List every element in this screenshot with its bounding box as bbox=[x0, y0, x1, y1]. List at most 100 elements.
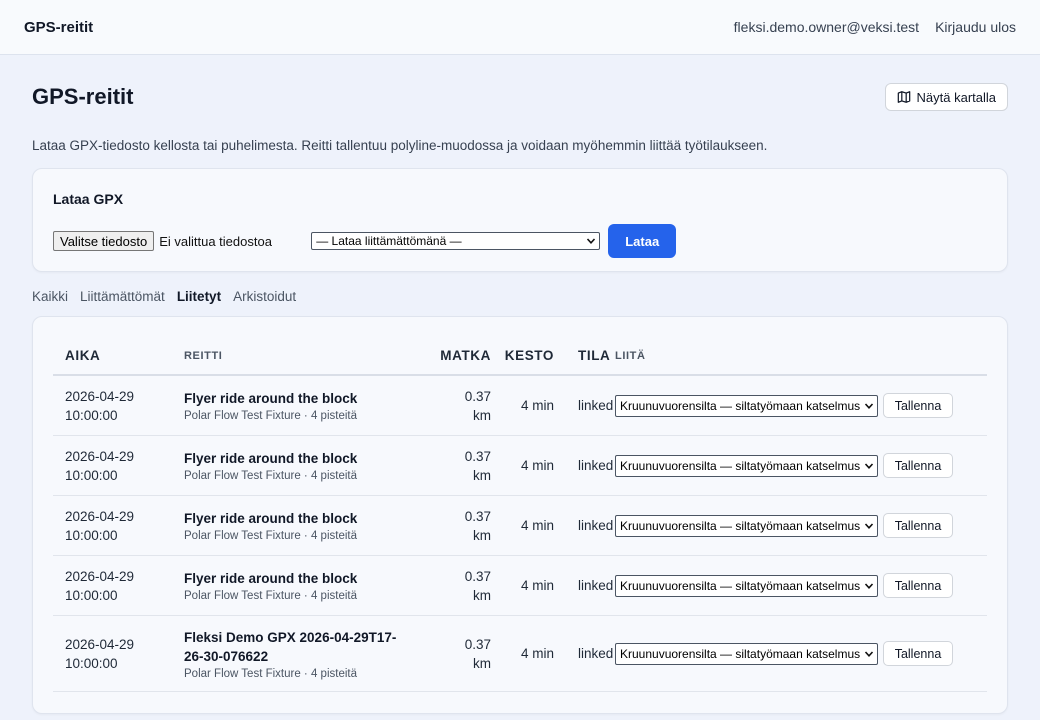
route-distance-value: 0.37 bbox=[464, 388, 491, 404]
upload-card: Lataa GPX Valitse tiedosto Ei valittua t… bbox=[32, 168, 1008, 272]
filter-tabs: Kaikki Liittämättömät Liitetyt Arkistoid… bbox=[32, 289, 1008, 307]
upload-title: Lataa GPX bbox=[53, 191, 124, 207]
col-header-route[interactable]: REITTI bbox=[184, 350, 424, 362]
table-row: 2026-04-29 10:00:00 Flyer ride around the… bbox=[53, 496, 987, 556]
col-header-duration[interactable]: KESTO bbox=[491, 348, 554, 363]
route-link-controls: Kruunuvuorensilta — siltatyömaan katselm… bbox=[615, 453, 987, 478]
top-navbar: GPS-reitit fleksi.demo.owner@veksi.test … bbox=[0, 0, 1040, 55]
map-icon bbox=[897, 91, 910, 103]
upload-link-select-value: — Lataa liittämättömänä — bbox=[316, 234, 462, 248]
tab-unlinked[interactable]: Liittämättömät bbox=[80, 289, 165, 307]
upload-form: Valitse tiedosto Ei valittua tiedostoa —… bbox=[53, 224, 987, 258]
save-button[interactable]: Tallenna bbox=[883, 573, 953, 598]
save-button[interactable]: Tallenna bbox=[883, 393, 953, 418]
tab-archived[interactable]: Arkistoidut bbox=[233, 289, 296, 307]
route-duration: 4 min bbox=[520, 578, 554, 593]
route-name: Flyer ride around the block bbox=[184, 571, 358, 586]
work-order-select[interactable]: Kruunuvuorensilta — siltatyömaan katselm… bbox=[615, 514, 878, 537]
app-brand[interactable]: GPS-reitit bbox=[24, 19, 93, 36]
show-on-map-button[interactable]: Näytä kartalla bbox=[884, 83, 1008, 111]
route-time: 2026-04-29 10:00:00 bbox=[53, 387, 184, 425]
work-order-select-value: Kruunuvuorensilta — siltatyömaan katselm… bbox=[620, 518, 861, 533]
col-header-distance[interactable]: MATKA bbox=[424, 346, 491, 365]
route-distance-unit: km bbox=[473, 655, 491, 671]
work-order-select-value: Kruunuvuorensilta — siltatyömaan katselm… bbox=[620, 398, 861, 413]
route-status: linked bbox=[578, 518, 614, 533]
chevron-down-icon bbox=[864, 402, 874, 409]
route-date: 2026-04-29 bbox=[65, 636, 135, 652]
save-button[interactable]: Tallenna bbox=[883, 513, 953, 538]
save-button[interactable]: Tallenna bbox=[883, 453, 953, 478]
route-status: linked bbox=[578, 578, 614, 593]
route-time: 2026-04-29 10:00:00 bbox=[53, 447, 184, 485]
route-clock: 10:00:00 bbox=[65, 655, 118, 671]
tab-linked[interactable]: Liitetyt bbox=[177, 289, 221, 307]
col-header-status[interactable]: TILA bbox=[554, 348, 615, 363]
route-duration: 4 min bbox=[520, 518, 554, 533]
title-row: GPS-reitit Näytä kartalla bbox=[32, 83, 1008, 111]
show-on-map-label: Näytä kartalla bbox=[916, 89, 996, 105]
file-status: Ei valittua tiedostoa bbox=[159, 233, 272, 249]
route-cell: Flyer ride around the block Polar Flow Te… bbox=[184, 449, 424, 482]
col-header-time[interactable]: AIKA bbox=[53, 346, 184, 365]
route-cell: Fleksi Demo GPX 2026-04-29T17-26-30-0766… bbox=[184, 628, 424, 680]
work-order-select-value: Kruunuvuorensilta — siltatyömaan katselm… bbox=[620, 458, 861, 473]
work-order-select[interactable]: Kruunuvuorensilta — siltatyömaan katselm… bbox=[615, 574, 878, 597]
page-title: GPS-reitit bbox=[32, 84, 134, 109]
chevron-down-icon bbox=[587, 238, 596, 244]
route-date: 2026-04-29 bbox=[65, 568, 135, 584]
route-name: Fleksi Demo GPX 2026-04-29T17-26-30-0766… bbox=[184, 629, 397, 664]
route-meta: Polar Flow Test Fixture · 4 pisteitä bbox=[184, 530, 357, 542]
route-time: 2026-04-29 10:00:00 bbox=[53, 567, 184, 605]
route-name: Flyer ride around the block bbox=[184, 391, 358, 406]
route-clock: 10:00:00 bbox=[65, 587, 118, 603]
route-cell: Flyer ride around the block Polar Flow Te… bbox=[184, 389, 424, 422]
main-content: GPS-reitit Näytä kartalla Lataa GPX-tied… bbox=[0, 83, 1040, 714]
route-link-controls: Kruunuvuorensilta — siltatyömaan katselm… bbox=[615, 573, 987, 598]
work-order-select-value: Kruunuvuorensilta — siltatyömaan katselm… bbox=[620, 578, 861, 593]
route-link-controls: Kruunuvuorensilta — siltatyömaan katselm… bbox=[615, 641, 987, 666]
choose-file-button[interactable]: Valitse tiedosto bbox=[53, 231, 155, 251]
work-order-select-value: Kruunuvuorensilta — siltatyömaan katselm… bbox=[620, 646, 861, 661]
route-distance-value: 0.37 bbox=[464, 568, 491, 584]
route-date: 2026-04-29 bbox=[65, 508, 135, 524]
route-distance-value: 0.37 bbox=[464, 508, 491, 524]
route-meta: Polar Flow Test Fixture · 4 pisteitä bbox=[184, 590, 357, 602]
user-email[interactable]: fleksi.demo.owner@veksi.test bbox=[734, 19, 919, 35]
route-distance: 0.37 km bbox=[424, 387, 491, 425]
upload-submit-button[interactable]: Lataa bbox=[608, 224, 677, 258]
route-distance-value: 0.37 bbox=[464, 636, 491, 652]
chevron-down-icon bbox=[864, 650, 874, 657]
table-row: 2026-04-29 10:00:00 Flyer ride around the… bbox=[53, 436, 987, 496]
col-header-link[interactable]: LIITÄ bbox=[615, 350, 987, 362]
route-time: 2026-04-29 10:00:00 bbox=[53, 635, 184, 673]
logout-link[interactable]: Kirjaudu ulos bbox=[935, 19, 1016, 35]
upload-link-select[interactable]: — Lataa liittämättömänä — bbox=[311, 232, 601, 250]
route-distance-unit: km bbox=[473, 527, 491, 543]
route-distance: 0.37 km bbox=[424, 567, 491, 605]
route-name: Flyer ride around the block bbox=[184, 451, 358, 466]
route-duration: 4 min bbox=[520, 646, 554, 661]
route-name: Flyer ride around the block bbox=[184, 511, 358, 526]
tab-all[interactable]: Kaikki bbox=[32, 289, 68, 307]
route-clock: 10:00:00 bbox=[65, 407, 118, 423]
work-order-select[interactable]: Kruunuvuorensilta — siltatyömaan katselm… bbox=[615, 642, 878, 665]
route-link-controls: Kruunuvuorensilta — siltatyömaan katselm… bbox=[615, 513, 987, 538]
table-header: AIKA REITTI MATKA KESTO TILA LIITÄ bbox=[53, 337, 987, 376]
route-status: linked bbox=[578, 458, 614, 473]
route-distance-value: 0.37 bbox=[464, 448, 491, 464]
route-meta: Polar Flow Test Fixture · 4 pisteitä bbox=[184, 470, 357, 482]
route-distance-unit: km bbox=[473, 407, 491, 423]
route-time: 2026-04-29 10:00:00 bbox=[53, 507, 184, 545]
route-distance-unit: km bbox=[473, 467, 491, 483]
route-cell: Flyer ride around the block Polar Flow Te… bbox=[184, 509, 424, 542]
page-description: Lataa GPX-tiedosto kellosta tai puhelime… bbox=[32, 138, 768, 153]
work-order-select[interactable]: Kruunuvuorensilta — siltatyömaan katselm… bbox=[615, 454, 878, 477]
route-distance-unit: km bbox=[473, 587, 491, 603]
save-button[interactable]: Tallenna bbox=[883, 641, 953, 666]
work-order-select[interactable]: Kruunuvuorensilta — siltatyömaan katselm… bbox=[615, 394, 878, 417]
route-date: 2026-04-29 bbox=[65, 448, 135, 464]
col-header-link-label: LIITÄ bbox=[615, 349, 646, 362]
route-link-controls: Kruunuvuorensilta — siltatyömaan katselm… bbox=[615, 393, 987, 418]
route-date: 2026-04-29 bbox=[65, 388, 135, 404]
